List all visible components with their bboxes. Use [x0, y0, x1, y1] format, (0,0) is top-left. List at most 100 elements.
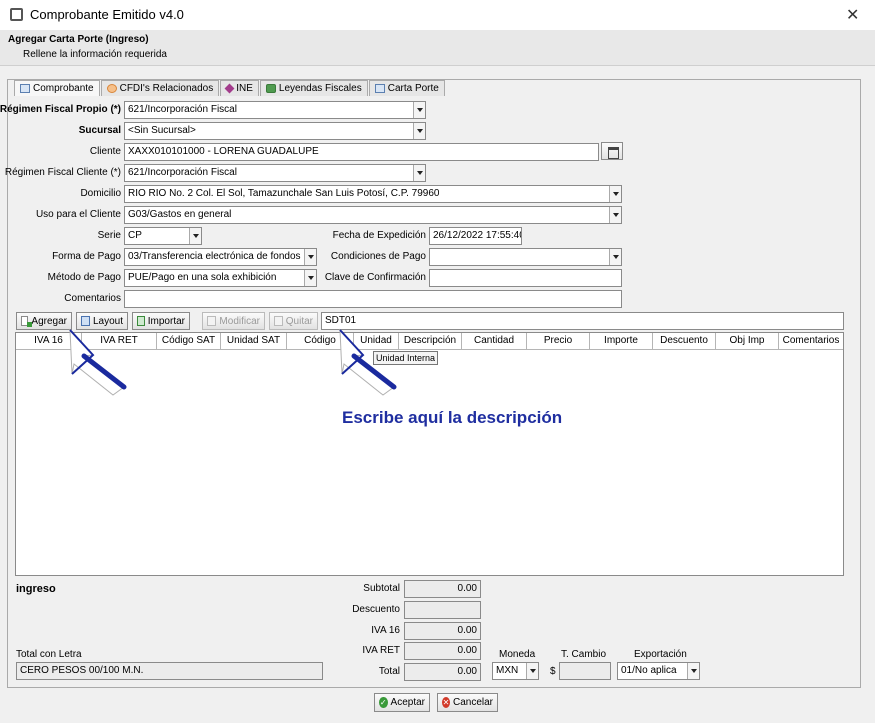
window-title: Comprobante Emitido v4.0: [30, 7, 184, 22]
agregar-button[interactable]: Agregar: [16, 312, 72, 330]
exportacion-select[interactable]: 01/No aplica: [617, 662, 700, 680]
quitar-button[interactable]: Quitar: [269, 312, 318, 330]
subtotal-label: Subtotal: [363, 583, 400, 594]
tab-leyendas-fiscales[interactable]: Leyendas Fiscales: [259, 80, 368, 96]
fecha-label: Fecha de Expedición: [332, 230, 426, 241]
column-header[interactable]: Precio: [527, 333, 590, 350]
chevron-down-icon: [304, 249, 316, 265]
column-header[interactable]: Cantidad: [462, 333, 527, 350]
cliente-input[interactable]: XAXX010101000 - LORENA GUADALUPE: [124, 143, 599, 161]
subtotal-value: 0.00: [404, 580, 481, 598]
iva16-label: IVA 16: [371, 625, 400, 636]
app-icon: [10, 8, 23, 21]
condiciones-label: Condiciones de Pago: [330, 251, 426, 262]
layout-icon: [81, 316, 90, 326]
close-icon[interactable]: ✕: [846, 5, 859, 25]
cancel-icon: ✕: [442, 697, 450, 708]
uso-label: Uso para el Cliente: [35, 209, 121, 220]
column-header[interactable]: Descripción: [399, 333, 462, 350]
form-icon: [374, 84, 385, 93]
add-document-icon: [21, 316, 33, 327]
serie-label: Serie: [97, 230, 121, 241]
dialog-subtitle: Rellene la información requerida: [23, 49, 167, 60]
check-icon: ✓: [379, 697, 388, 708]
moneda-label: Moneda: [499, 649, 536, 660]
column-header[interactable]: IVA RET: [82, 333, 157, 350]
rss-icon: [106, 84, 117, 93]
aceptar-button[interactable]: ✓ Aceptar: [374, 693, 430, 712]
chevron-down-icon: [304, 270, 316, 286]
tab-comprobante[interactable]: Comprobante: [14, 80, 100, 96]
column-header[interactable]: IVA 16: [16, 333, 82, 350]
tab-strip: Comprobante CFDI's Relacionados INE Leye…: [14, 80, 446, 96]
regimen-cliente-label: Régimen Fiscal Cliente (*): [4, 167, 121, 178]
domicilio-label: Domicilio: [80, 188, 121, 199]
comentarios-label: Comentarios: [64, 293, 121, 304]
document-icon: [20, 84, 30, 93]
annotation-text: Escribe aquí la descripción: [342, 408, 563, 427]
exportacion-label: Exportación: [634, 649, 687, 660]
comentarios-input[interactable]: [124, 290, 622, 308]
diamond-icon: [224, 83, 235, 94]
sucursal-label: Sucursal: [78, 125, 121, 136]
edit-icon: [207, 316, 217, 326]
fecha-input[interactable]: 26/12/2022 17:55:40: [429, 227, 522, 245]
calendar-icon[interactable]: [601, 142, 623, 160]
chevron-down-icon: [413, 123, 425, 139]
delete-icon: [274, 316, 283, 326]
column-header[interactable]: Obj Imp: [716, 333, 779, 350]
uso-select[interactable]: G03/Gastos en general: [124, 206, 622, 224]
column-header[interactable]: Unidad SAT: [221, 333, 287, 350]
column-header[interactable]: Comentarios: [779, 333, 843, 350]
metodo-select[interactable]: PUE/Pago en una sola exhibición: [124, 269, 317, 287]
regimen-propio-label: Régimen Fiscal Propio (*): [0, 104, 121, 115]
dialog-title: Agregar Carta Porte (Ingreso): [8, 34, 149, 45]
condiciones-select[interactable]: [429, 248, 622, 266]
concepts-grid[interactable]: IVA 16 IVA RET Código SAT Unidad SAT Cód…: [15, 332, 844, 576]
column-header[interactable]: Descuento: [653, 333, 716, 350]
clave-input[interactable]: [429, 269, 622, 287]
dialog-header: Agregar Carta Porte (Ingreso) Rellene la…: [0, 30, 875, 66]
ivaret-label: IVA RET: [362, 645, 400, 656]
column-header[interactable]: Unidad: [354, 333, 399, 350]
forma-pago-select[interactable]: 03/Transferencia electrónica de fondos: [124, 248, 317, 266]
regimen-cliente-select[interactable]: 621/Incorporación Fiscal: [124, 164, 426, 182]
serie-select[interactable]: CP: [124, 227, 202, 245]
tab-carta-porte[interactable]: Carta Porte: [368, 80, 445, 96]
chevron-down-icon: [189, 228, 201, 244]
forma-pago-label: Forma de Pago: [52, 251, 121, 262]
metodo-label: Método de Pago: [47, 272, 121, 283]
chevron-down-icon: [609, 186, 621, 202]
tipo-cambio-label: T. Cambio: [561, 649, 607, 660]
cliente-label: Cliente: [89, 146, 121, 157]
column-header[interactable]: Importe: [590, 333, 653, 350]
descuento-label: Descuento: [352, 604, 400, 615]
moneda-select[interactable]: MXN: [492, 662, 539, 680]
total-value: 0.00: [404, 663, 481, 681]
chevron-down-icon: [609, 249, 621, 265]
layout-button[interactable]: Layout: [76, 312, 128, 330]
total-letra-label: Total con Letra: [16, 649, 82, 660]
column-header[interactable]: Código: [287, 333, 354, 350]
iva16-value: 0.00: [404, 622, 481, 640]
tab-cfdi-relacionados[interactable]: CFDI's Relacionados: [100, 80, 220, 96]
clave-label: Clave de Confirmación: [324, 272, 426, 283]
importar-button[interactable]: Importar: [132, 312, 190, 330]
column-header[interactable]: Código SAT: [157, 333, 221, 350]
chevron-down-icon: [413, 102, 425, 118]
total-letra-value: CERO PESOS 00/100 M.N.: [16, 662, 323, 680]
product-search-input[interactable]: SDT01: [321, 312, 844, 330]
spreadsheet-icon: [137, 316, 145, 326]
tab-ine[interactable]: INE: [220, 80, 259, 96]
cancelar-button[interactable]: ✕ Cancelar: [437, 693, 498, 712]
regimen-propio-select[interactable]: 621/Incorporación Fiscal: [124, 101, 426, 119]
domicilio-select[interactable]: RIO RIO No. 2 Col. El Sol, Tamazunchale …: [124, 185, 622, 203]
modificar-button[interactable]: Modificar: [202, 312, 265, 330]
tipo-cambio-input[interactable]: [559, 662, 611, 680]
currency-symbol: $: [550, 666, 556, 677]
chevron-down-icon: [526, 663, 538, 679]
sucursal-select[interactable]: <Sin Sucursal>: [124, 122, 426, 140]
chevron-down-icon: [413, 165, 425, 181]
ivaret-value: 0.00: [404, 642, 481, 660]
tag-icon: [265, 84, 276, 93]
